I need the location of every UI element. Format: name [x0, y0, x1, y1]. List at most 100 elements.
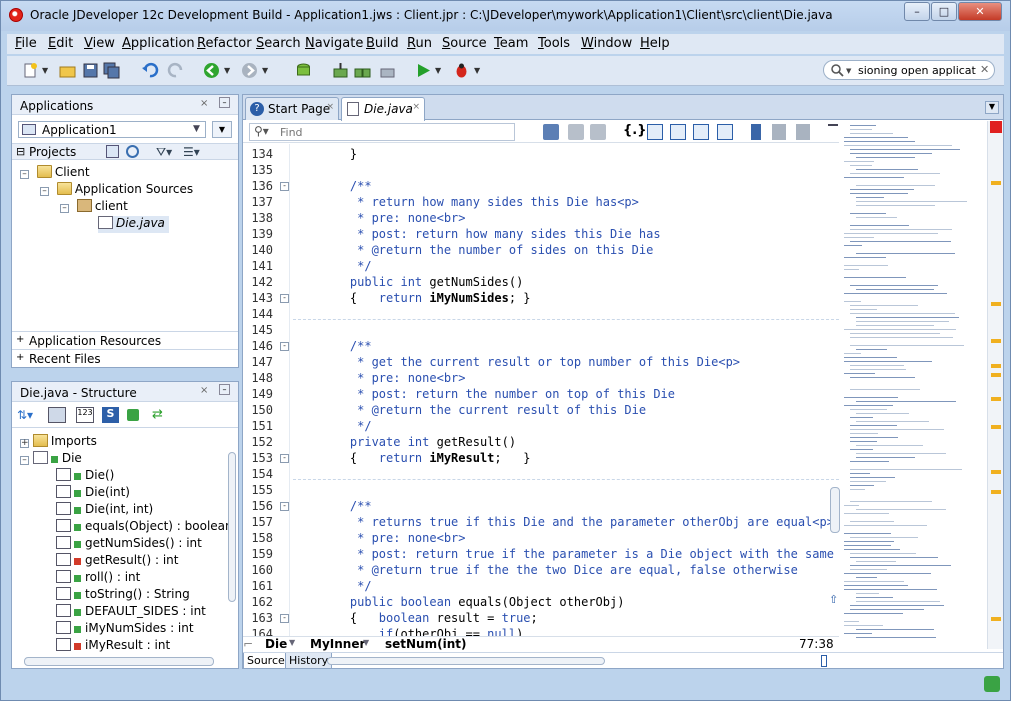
expand-icon[interactable]: – — [20, 170, 29, 179]
diff-icon[interactable] — [647, 124, 663, 140]
uncomment-icon[interactable] — [590, 124, 606, 140]
structure-item[interactable]: equals(Object) : boolean — [56, 519, 233, 536]
sync-icon[interactable]: ⇄ — [152, 407, 163, 422]
breadcrumb-item-myinner[interactable]: MyInner — [310, 637, 365, 651]
make-icon[interactable] — [332, 62, 349, 79]
rebuild-icon[interactable] — [354, 62, 371, 79]
tree-item-die-java[interactable]: Die.java — [98, 216, 169, 233]
structure-item[interactable]: + Imports — [20, 434, 97, 451]
warning-marker[interactable] — [991, 302, 1001, 306]
open-folder-icon[interactable] — [59, 62, 76, 79]
menu-search[interactable]: Search — [256, 36, 301, 51]
menu-run[interactable]: Run — [407, 36, 432, 51]
warning-marker[interactable] — [991, 470, 1001, 474]
structure-hscrollbar[interactable] — [24, 657, 214, 666]
code-line[interactable]: 147 * get the current result or top numb… — [243, 354, 839, 370]
back-dropdown-icon[interactable]: ▼ — [224, 66, 230, 75]
split-handle-icon[interactable] — [821, 655, 827, 667]
debug-dropdown-icon[interactable]: ▼ — [474, 66, 480, 75]
code-line[interactable]: 139 * post: return how many sides this D… — [243, 226, 839, 242]
structure-scrollbar[interactable] — [228, 452, 236, 602]
comment-icon[interactable] — [568, 124, 584, 140]
tree-item-application-sources[interactable]: – Application Sources — [40, 182, 193, 199]
tab-close-icon[interactable]: × — [326, 102, 334, 112]
menu-team[interactable]: Team — [494, 36, 528, 51]
code-line[interactable]: 151 */ — [243, 418, 839, 434]
next-bookmark-icon[interactable] — [796, 124, 810, 140]
warning-marker[interactable] — [991, 373, 1001, 377]
application-selector[interactable]: Application1 ▼ — [18, 121, 206, 138]
expand-icon[interactable]: – — [20, 456, 29, 465]
search-dropdown-icon[interactable]: ▼ — [846, 67, 851, 75]
code-line[interactable]: 156- /** — [243, 498, 839, 514]
fold-toggle-icon[interactable]: - — [280, 502, 289, 511]
structure-item[interactable]: – Die — [20, 451, 82, 468]
projects-collapse-icon[interactable]: ⊟ — [16, 145, 25, 158]
structure-item[interactable]: Die() — [56, 468, 114, 485]
run-dropdown-icon[interactable]: ▼ — [435, 66, 441, 75]
tab-die-java[interactable]: Die.java × — [341, 97, 425, 121]
minimize-button[interactable]: – — [904, 2, 930, 21]
undo-icon[interactable] — [142, 62, 159, 79]
fold-toggle-icon[interactable]: - — [280, 454, 289, 463]
structure-item[interactable]: iMyNumSides : int — [56, 621, 194, 638]
panel-close-icon[interactable]: × — [200, 98, 208, 109]
warning-marker[interactable] — [991, 181, 1001, 185]
fold-toggle-icon[interactable]: - — [280, 342, 289, 351]
code-line[interactable]: 134 } — [243, 146, 839, 162]
panel-minimize-icon[interactable]: – — [219, 384, 230, 395]
menu-help[interactable]: Help — [640, 36, 670, 51]
code-line[interactable]: 135 — [243, 162, 839, 178]
sql-worksheet-icon[interactable] — [295, 62, 312, 79]
warning-marker[interactable] — [991, 490, 1001, 494]
clean-icon[interactable] — [379, 62, 396, 79]
redo-icon[interactable] — [167, 62, 184, 79]
maximize-button[interactable]: □ — [931, 2, 957, 21]
new-dropdown-icon[interactable]: ▼ — [42, 66, 48, 75]
code-line[interactable]: 164 if(otherObj == null) — [243, 626, 839, 636]
code-line[interactable]: 152 private int getResult() — [243, 434, 839, 450]
code-line[interactable]: 162 public boolean equals(Object otherOb… — [243, 594, 839, 610]
menu-navigate[interactable]: Navigate — [305, 36, 363, 51]
menu-view[interactable]: View — [84, 36, 115, 51]
code-line[interactable]: 160 * @return true if the the two Dice a… — [243, 562, 839, 578]
prev-bookmark-icon[interactable] — [772, 124, 786, 140]
structure-item[interactable]: Die(int, int) — [56, 502, 153, 519]
forward-dropdown-icon[interactable]: ▼ — [262, 66, 268, 75]
tab-close-icon[interactable]: × — [412, 102, 420, 112]
code-line[interactable]: 149 * post: return the number on top of … — [243, 386, 839, 402]
clear-search-icon[interactable]: ✕ — [980, 63, 989, 76]
panel-close-icon[interactable]: × — [200, 385, 208, 396]
chevron-down-icon[interactable]: ▼ — [289, 638, 295, 647]
sort-icon[interactable]: ☰▾ — [183, 145, 200, 159]
tab-history[interactable]: History — [285, 653, 333, 669]
code-line[interactable]: 158 * pre: none<br> — [243, 530, 839, 546]
forward-icon[interactable] — [241, 62, 258, 79]
close-button[interactable]: ✕ — [958, 2, 1002, 21]
code-overview-minimap[interactable] — [840, 121, 983, 649]
code-line[interactable]: 137 * return how many sides this Die has… — [243, 194, 839, 210]
expand-icon[interactable]: + — [20, 439, 29, 448]
code-line[interactable]: 153- { return iMyResult; } — [243, 450, 839, 466]
chevron-down-icon[interactable]: ▼ — [363, 638, 369, 647]
panel-minimize-icon[interactable]: – — [219, 97, 230, 108]
code-line[interactable]: 157 * returns true if this Die and the p… — [243, 514, 839, 530]
code-line[interactable]: 143- { return iMyNumSides; } — [243, 290, 839, 306]
find-box[interactable]: ⚲▾ — [249, 123, 515, 141]
code-line[interactable]: 141 */ — [243, 258, 839, 274]
menu-edit[interactable]: Edit — [48, 36, 73, 51]
code-vscrollbar-thumb[interactable] — [830, 487, 840, 533]
source-control-icon[interactable] — [543, 124, 559, 140]
diff-next-icon[interactable] — [693, 124, 709, 140]
debug-icon[interactable] — [453, 62, 470, 79]
code-line[interactable]: 146- /** — [243, 338, 839, 354]
menu-window[interactable]: Window — [581, 36, 632, 51]
code-line[interactable]: 150 * @return the current result of this… — [243, 402, 839, 418]
structure-item[interactable]: DEFAULT_SIDES : int — [56, 604, 206, 621]
code-line[interactable]: 136- /** — [243, 178, 839, 194]
error-indicator-icon[interactable] — [990, 121, 1002, 133]
braces-icon[interactable]: {.} — [623, 123, 646, 138]
back-icon[interactable] — [203, 62, 220, 79]
sort-icon[interactable]: ⇅▾ — [17, 408, 33, 422]
menu-file[interactable]: File — [15, 36, 37, 51]
